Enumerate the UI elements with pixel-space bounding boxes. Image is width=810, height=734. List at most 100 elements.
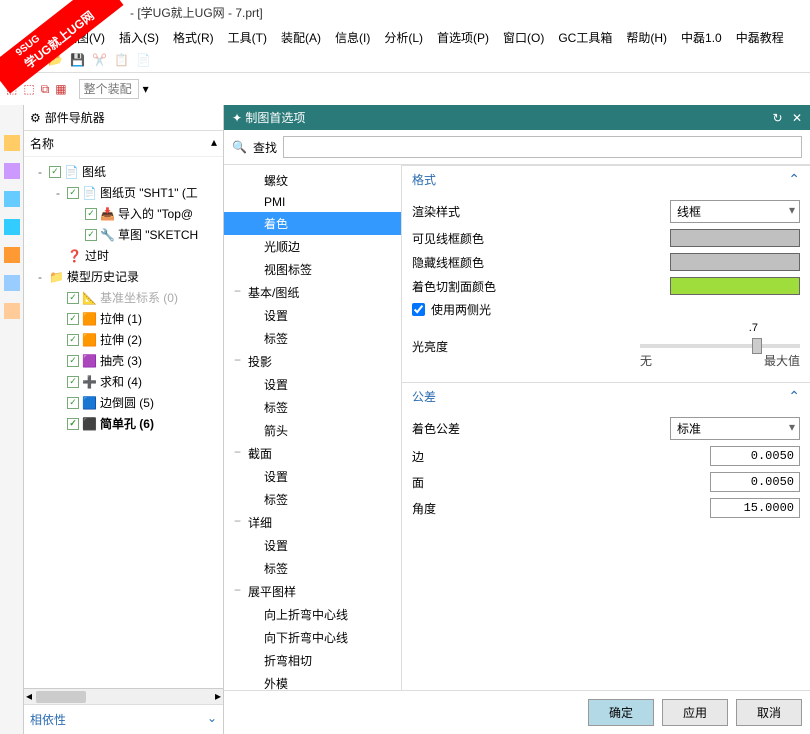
category-item[interactable]: 外模 [224,672,401,690]
dependencies-section[interactable]: 相依性⌄ [24,704,223,734]
menu-item[interactable]: 中磊1.0 [676,27,727,48]
tree-item[interactable]: ✓📐基准坐标系 (0) [28,287,219,308]
nav-icon[interactable] [4,275,20,291]
tree-item[interactable]: ✓➕求和 (4) [28,371,219,392]
face-input[interactable] [710,472,800,492]
category-item[interactable]: 视图标签 [224,258,401,281]
edge-input[interactable] [710,446,800,466]
menu-item[interactable]: 格式(R) [168,27,219,48]
visible-wireframe-color[interactable] [670,229,800,247]
tree-item[interactable]: ✓🟧拉伸 (2) [28,329,219,350]
menu-item[interactable]: 中磊教程 [731,27,789,48]
tool-icon[interactable]: ⧉ [41,82,50,97]
tree-item[interactable]: ✓🟦边倒圆 (5) [28,392,219,413]
two-side-light-checkbox[interactable] [412,303,425,316]
category-item[interactable]: 标签 [224,488,401,511]
open-icon[interactable]: 📂 [48,53,64,69]
angle-input[interactable] [710,498,800,518]
nav-icon[interactable] [4,191,20,207]
menu-item[interactable]: 窗口(O) [498,27,549,48]
category-item[interactable]: 设置 [224,304,401,327]
menu-item[interactable]: 首选项(P) [432,27,494,48]
h-scrollbar[interactable]: ◂ ▸ [24,688,223,704]
category-item[interactable]: 向下折弯中心线 [224,626,401,649]
nav-icon[interactable] [4,163,20,179]
search-input[interactable] [283,136,802,158]
nav-icon[interactable] [4,247,20,263]
checkbox-icon[interactable]: ✓ [67,418,79,430]
checkbox-icon[interactable]: ✓ [49,166,61,178]
category-item[interactable]: 向上折弯中心线 [224,603,401,626]
category-item[interactable]: 着色 [224,212,401,235]
group-format[interactable]: 格式⌃ [402,165,810,193]
tree-item[interactable]: ✓⬛简单孔 (6) [28,413,219,434]
dropdown-icon[interactable]: ▾ [143,82,149,96]
checkbox-icon[interactable]: ✓ [67,292,79,304]
category-item[interactable]: 投影 [224,350,401,373]
menu-item[interactable]: 插入(S) [114,27,164,48]
brightness-slider[interactable] [640,344,800,348]
checkbox-icon[interactable]: ✓ [67,334,79,346]
tree-item[interactable]: -✓📄图纸 [28,161,219,182]
menu-item[interactable]: 装配(A) [276,27,326,48]
nav-icon[interactable] [4,303,20,319]
category-item[interactable]: 展平图样 [224,580,401,603]
new-icon[interactable]: 📄 [26,53,42,69]
category-item[interactable]: 设置 [224,534,401,557]
checkbox-icon[interactable]: ✓ [85,208,97,220]
shade-tol-select[interactable]: 标准 [670,417,800,440]
category-item[interactable]: 设置 [224,465,401,488]
category-item[interactable]: 基本/图纸 [224,281,401,304]
nav-icon[interactable] [4,135,20,151]
checkbox-icon[interactable]: ✓ [67,355,79,367]
tool-icon[interactable]: ▦ [55,82,66,96]
category-item[interactable]: 截面 [224,442,401,465]
menu-item[interactable]: GC工具箱 [553,27,617,48]
render-style-select[interactable]: 线框 [670,200,800,223]
checkbox-icon[interactable]: ✓ [67,313,79,325]
category-item[interactable]: 标签 [224,327,401,350]
close-icon[interactable]: ✕ [792,111,802,125]
category-item[interactable]: 详细 [224,511,401,534]
cut-icon[interactable]: ✂️ [92,53,108,69]
category-item[interactable]: 设置 [224,373,401,396]
group-tolerance[interactable]: 公差⌃ [402,382,810,410]
shade-cut-color[interactable] [670,277,800,295]
cancel-button[interactable]: 取消 [736,699,802,726]
tree-item[interactable]: ✓🟧拉伸 (1) [28,308,219,329]
category-item[interactable]: 光顺边 [224,235,401,258]
tree-item[interactable]: -📁模型历史记录 [28,266,219,287]
tree-item[interactable]: -✓📄图纸页 "SHT1" (工 [28,182,219,203]
category-item[interactable]: PMI [224,192,401,212]
checkbox-icon[interactable]: ✓ [67,187,79,199]
tree-item[interactable]: ❓过时 [28,245,219,266]
hidden-wireframe-color[interactable] [670,253,800,271]
menu-item[interactable]: 帮助(H) [621,27,672,48]
checkbox-icon[interactable]: ✓ [67,397,79,409]
ok-button[interactable]: 确定 [588,699,654,726]
menu-item[interactable]: 视图(V) [60,27,110,48]
save-icon[interactable]: 💾 [70,53,86,69]
checkbox-icon[interactable]: ✓ [85,229,97,241]
nav-icon[interactable] [4,219,20,235]
copy-icon[interactable]: 📋 [114,53,130,69]
menu-item[interactable]: 分析(L) [379,27,428,48]
gear-icon[interactable]: ⚙ [30,111,41,125]
tree-item[interactable]: ✓🔧草图 "SKETCH [28,224,219,245]
apply-button[interactable]: 应用 [662,699,728,726]
menu-item[interactable]: 工具(T) [223,27,272,48]
category-item[interactable]: 螺纹 [224,169,401,192]
assembly-filter-input[interactable] [79,79,139,99]
reset-icon[interactable]: ↻ [773,111,783,125]
category-item[interactable]: 折弯相切 [224,649,401,672]
menu-item[interactable]: 信息(I) [330,27,375,48]
category-item[interactable]: 标签 [224,557,401,580]
tool-icon[interactable]: ⬚ [6,82,17,96]
category-item[interactable]: 标签 [224,396,401,419]
checkbox-icon[interactable]: ✓ [67,376,79,388]
category-item[interactable]: 箭头 [224,419,401,442]
paste-icon[interactable]: 📄 [136,53,152,69]
tree-column-header[interactable]: 名称 ▴ [24,131,223,157]
tree-item[interactable]: ✓🟪抽壳 (3) [28,350,219,371]
tree-item[interactable]: ✓📥导入的 "Top@ [28,203,219,224]
